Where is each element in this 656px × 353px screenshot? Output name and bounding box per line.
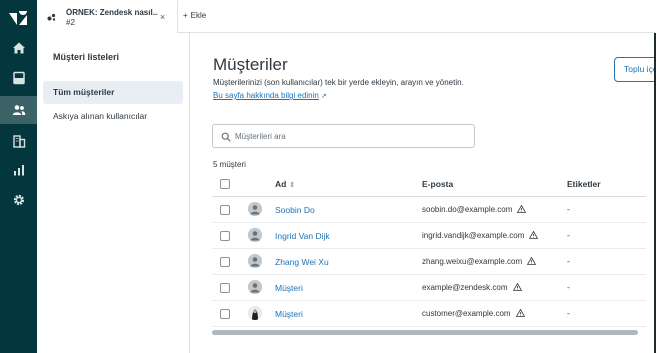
row-checkbox[interactable] [220,257,230,267]
customer-lists-sidebar: Müşteri listeleri Tüm müşteriler Askıya … [37,33,190,353]
tab-ticket-number: #2 [66,18,75,27]
column-name-header[interactable]: Ad ⇕ [275,179,295,189]
warning-icon [517,205,527,213]
customer-tags: - [567,204,570,214]
search-input[interactable] [235,129,465,144]
zendesk-logo-icon[interactable] [8,9,28,27]
warning-icon [512,283,522,291]
avatar-photo [248,306,262,320]
plus-icon: + [183,11,188,20]
customer-tags: - [567,282,570,292]
customer-search[interactable] [212,124,475,148]
table-row[interactable]: Ingrid Van Dijk ingrid.vandijk@example.c… [212,223,646,249]
column-email-header: E-posta [422,179,454,189]
page-title: Müşteriler [213,55,288,74]
column-tags-header: Etiketler [567,179,601,189]
ticket-tab[interactable]: ÖRNEK: Zendesk nasıl... #2 × [37,0,178,33]
email-text: example@zendesk.com [422,283,508,292]
customer-email: ingrid.vandijk@example.com [422,231,539,240]
customer-name-link[interactable]: Zhang Wei Xu [275,257,329,267]
customer-name-link[interactable]: Müşteri [275,283,303,293]
add-tab-label: Ekle [190,11,207,20]
avatar [248,228,262,242]
nav-customers[interactable] [0,96,37,124]
help-link-label: Bu sayfa hakkında bilgi edinin [213,91,319,100]
customer-name-link[interactable]: Soobin Do [275,205,315,215]
avatar [248,280,262,294]
warning-icon [529,231,539,239]
table-row[interactable]: Müşteri example@zendesk.com - [212,275,646,301]
home-icon [12,42,25,54]
tab-bar: ÖRNEK: Zendesk nasıl... #2 × + Ekle [37,0,656,33]
nav-admin[interactable] [0,186,37,214]
nav-views[interactable] [0,64,37,92]
avatar [248,254,262,268]
nav-reporting[interactable] [0,156,37,184]
main-content: Müşteriler Müşterilerinizi (son kullanıc… [190,33,656,353]
add-tab-button[interactable]: + Ekle [183,11,206,20]
customer-tags: - [567,230,570,240]
reporting-icon [13,165,24,176]
horizontal-scrollbar[interactable] [212,330,638,335]
table-row[interactable]: Zhang Wei Xu zhang.weixu@example.com - [212,249,646,275]
email-text: customer@example.com [422,309,511,318]
row-checkbox[interactable] [220,205,230,215]
column-name-label: Ad [275,179,287,189]
warning-icon [527,257,537,265]
sidebar-item-all-customers[interactable]: Tüm müşteriler [43,81,183,104]
customer-name-link[interactable]: Ingrid Van Dijk [275,231,330,241]
nav-home[interactable] [0,34,37,62]
warning-icon [515,309,525,317]
table-header: Ad ⇕ E-posta Etiketler [212,173,646,197]
customer-name-link[interactable]: Müşteri [275,309,303,319]
customer-count: 5 müşteri [213,160,246,169]
customer-email: soobin.do@example.com [422,205,527,214]
avatar [248,202,262,216]
row-checkbox[interactable] [220,283,230,293]
email-text: soobin.do@example.com [422,205,513,214]
help-link[interactable]: Bu sayfa hakkında bilgi edinin ↗ [213,91,327,100]
table-row[interactable]: Soobin Do soobin.do@example.com - [212,197,646,223]
bulk-import-button[interactable]: Toplu içe aktar [614,57,656,82]
ticket-icon [47,13,56,21]
views-icon [12,71,25,85]
customer-tags: - [567,256,570,266]
close-icon[interactable]: × [160,12,165,22]
select-all-checkbox[interactable] [220,179,230,189]
tab-title: ÖRNEK: Zendesk nasıl... [66,8,158,17]
row-checkbox[interactable] [220,231,230,241]
sidebar-item-suspended-users[interactable]: Askıya alınan kullanıcılar [43,105,183,128]
search-icon [221,132,231,142]
email-text: ingrid.vandijk@example.com [422,231,525,240]
table-row[interactable]: Müşteri customer@example.com - [212,301,646,327]
organizations-icon [12,135,25,148]
nav-organizations[interactable] [0,127,37,155]
customer-email: zhang.weixu@example.com [422,257,537,266]
customer-tags: - [567,308,570,318]
external-link-icon: ↗ [320,93,327,100]
sort-icon[interactable]: ⇕ [289,181,295,189]
product-rail [0,0,37,353]
email-text: zhang.weixu@example.com [422,257,523,266]
sidebar-title: Müşteri listeleri [53,52,120,62]
customer-email: example@zendesk.com [422,283,522,292]
admin-gear-icon [13,194,24,206]
row-checkbox[interactable] [220,309,230,319]
customer-email: customer@example.com [422,309,525,318]
customers-icon [12,105,25,115]
page-description: Müşterilerinizi (son kullanıcılar) tek b… [213,78,464,87]
